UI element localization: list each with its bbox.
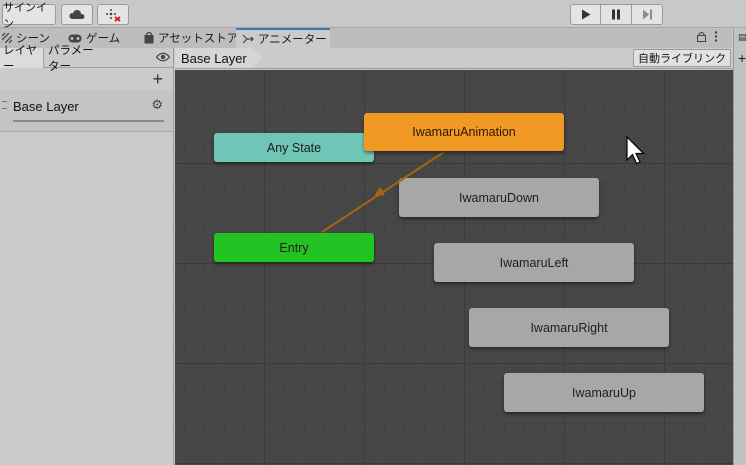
collab-icon bbox=[106, 8, 121, 22]
animator-icon bbox=[242, 34, 254, 44]
signin-button[interactable]: サインイン bbox=[2, 2, 56, 30]
tab-layers[interactable]: レイヤー bbox=[0, 45, 44, 73]
collab-button[interactable] bbox=[97, 4, 129, 25]
main-toolbar: サインイン bbox=[0, 0, 746, 30]
shopping-bag-icon bbox=[144, 32, 154, 44]
tab-asset-store-label: アセットストア bbox=[158, 33, 239, 45]
pause-icon bbox=[612, 9, 620, 20]
layers-panel-tabs: レイヤー パラメーター bbox=[0, 45, 174, 73]
drag-handle-icon[interactable] bbox=[2, 101, 7, 109]
auto-live-link-toggle[interactable]: 自動ライブリンク bbox=[633, 49, 731, 67]
step-icon bbox=[642, 9, 652, 20]
adjacent-window-icon[interactable]: ▤ bbox=[738, 32, 746, 43]
play-button[interactable] bbox=[570, 4, 601, 25]
window-tab-bar: シーン ゲーム アセットストア アニメーター bbox=[0, 28, 732, 48]
state-iwamaru-up[interactable]: IwamaruUp bbox=[504, 373, 704, 412]
state-iwamaru-animation[interactable]: IwamaruAnimation bbox=[364, 113, 564, 151]
breadcrumb[interactable]: Base Layer bbox=[175, 48, 263, 68]
state-iwamaru-down[interactable]: IwamaruDown bbox=[399, 178, 599, 217]
eye-icon[interactable] bbox=[156, 51, 170, 63]
cloud-icon bbox=[69, 9, 85, 19]
tab-window-controls bbox=[697, 31, 718, 42]
step-button[interactable] bbox=[631, 4, 663, 25]
gear-icon[interactable]: ⚙ bbox=[151, 97, 163, 113]
layer-weight-bar bbox=[13, 120, 164, 122]
cloud-button[interactable] bbox=[61, 4, 93, 25]
animator-breadcrumb-bar: Base Layer 自動ライブリンク bbox=[175, 48, 733, 69]
play-icon bbox=[581, 9, 590, 20]
pause-button[interactable] bbox=[600, 4, 632, 25]
transition-arrow-icon bbox=[374, 187, 385, 196]
tab-parameters[interactable]: パラメーター bbox=[45, 45, 107, 73]
tab-animator-label: アニメーター bbox=[258, 34, 327, 46]
state-iwamaru-left[interactable]: IwamaruLeft bbox=[434, 243, 634, 282]
add-layer-button[interactable]: + bbox=[152, 70, 163, 88]
state-entry[interactable]: Entry bbox=[214, 233, 374, 262]
state-iwamaru-right[interactable]: IwamaruRight bbox=[469, 308, 669, 347]
mouse-cursor-icon bbox=[626, 136, 645, 165]
layer-name: Base Layer bbox=[13, 99, 79, 114]
tab-asset-store[interactable]: アセットストア bbox=[142, 28, 238, 48]
adjacent-window-strip: ▤ + bbox=[733, 28, 746, 465]
animator-graph[interactable]: Any State Entry IwamaruAnimation Iwamaru… bbox=[175, 70, 733, 465]
adjacent-add-icon[interactable]: + bbox=[738, 50, 746, 66]
layer-item-base[interactable]: Base Layer ⚙ bbox=[0, 90, 173, 132]
lock-icon[interactable] bbox=[697, 31, 706, 42]
more-options-icon[interactable] bbox=[714, 31, 718, 42]
layers-panel: レイヤー パラメーター + Base Layer ⚙ bbox=[0, 45, 174, 465]
tab-animator[interactable]: アニメーター bbox=[236, 28, 330, 48]
state-any-state[interactable]: Any State bbox=[214, 133, 374, 162]
